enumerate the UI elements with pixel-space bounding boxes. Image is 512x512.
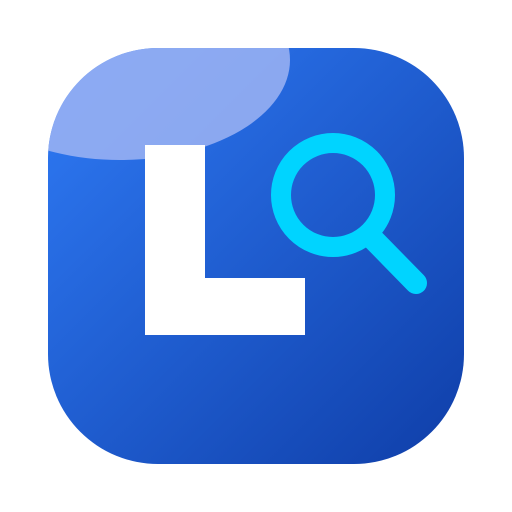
icon-canvas: L <box>0 0 512 512</box>
app-icon <box>48 48 464 464</box>
